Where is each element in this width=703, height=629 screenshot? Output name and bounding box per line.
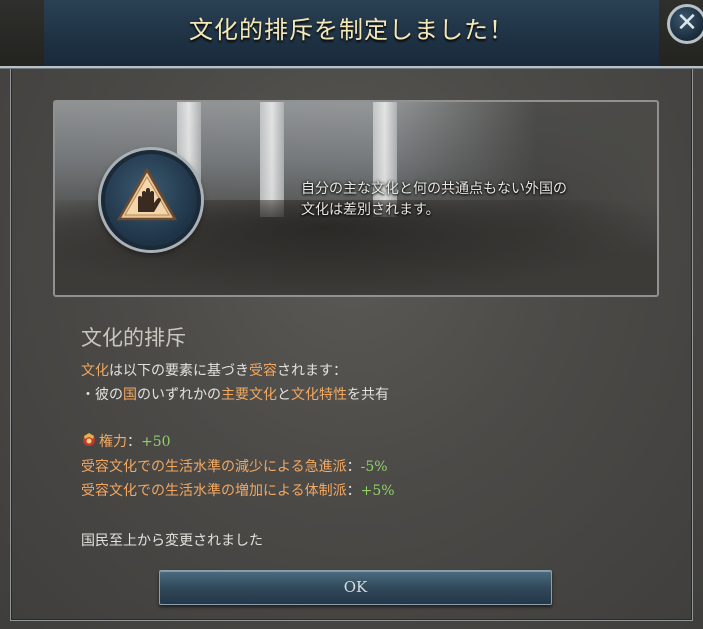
effect-separator: ：	[346, 483, 361, 499]
effect-row-loyalists: 受容文化での生活水準の増加による体制派：+5%	[81, 480, 395, 500]
static-text: 彼の	[95, 387, 123, 403]
static-text: のいずれかの	[137, 387, 221, 403]
dialog-header: 文化的排斥を制定しました！	[0, 0, 703, 68]
country-link[interactable]: 国	[123, 387, 137, 403]
effect-row-authority: 権力：+50	[81, 431, 171, 451]
culture-link[interactable]: 文化	[81, 363, 109, 379]
law-enacted-dialog: 文化的排斥を制定しました！ ✕ 自分の主な文化と何の共通点もない外国の 文化は差…	[0, 0, 703, 629]
cultural-trait-link[interactable]: 文化特性	[291, 387, 347, 403]
acceptance-link[interactable]: 受容	[249, 363, 277, 379]
effect-value: -5%	[360, 459, 388, 475]
description-line: 文化は差別されます。	[301, 202, 440, 218]
static-text: されます：	[277, 363, 347, 379]
effect-row-radicals: 受容文化での生活水準の減少による急進派：-5%	[81, 456, 388, 476]
effect-label[interactable]: 受容文化での生活水準の増加による体制派	[81, 483, 347, 499]
close-button[interactable]: ✕	[667, 4, 703, 44]
criteria-line: ・彼の国のいずれかの主要文化と文化特性を共有	[81, 384, 389, 404]
raised-hand-warning-icon	[116, 167, 178, 221]
static-text: は以下の要素に基づき	[109, 363, 249, 379]
effect-label[interactable]: 権力	[99, 434, 127, 450]
changed-from-text: 国民至上から変更されました	[81, 533, 263, 549]
effect-separator: ：	[346, 459, 361, 475]
static-text: と	[277, 387, 291, 403]
bullet: ・	[81, 387, 95, 403]
law-name: 文化的排斥	[81, 326, 186, 350]
description-line: 自分の主な文化と何の共通点もない外国の	[301, 181, 567, 197]
effect-value: +5%	[360, 483, 395, 499]
law-badge	[101, 150, 201, 250]
effect-separator: ：	[127, 434, 141, 450]
dialog-title: 文化的排斥を制定しました！	[189, 16, 514, 44]
ok-button[interactable]: OK	[159, 570, 552, 605]
law-description: 自分の主な文化と何の共通点もない外国の 文化は差別されます。	[301, 179, 651, 221]
authority-icon	[83, 433, 95, 446]
primary-culture-link[interactable]: 主要文化	[221, 387, 277, 403]
static-text: を共有	[347, 387, 389, 403]
close-icon: ✕	[676, 8, 698, 38]
effect-value: +50	[141, 434, 171, 450]
acceptance-line: 文化は以下の要素に基づき受容されます：	[81, 360, 347, 380]
law-illustration-panel: 自分の主な文化と何の共通点もない外国の 文化は差別されます。	[53, 100, 659, 297]
effect-label[interactable]: 受容文化での生活水準の減少による急進派	[81, 459, 347, 475]
